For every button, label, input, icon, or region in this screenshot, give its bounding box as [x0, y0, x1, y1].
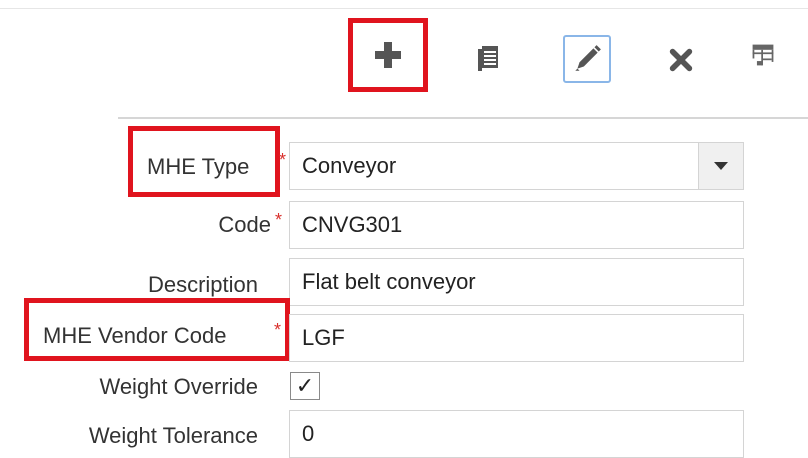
- add-button[interactable]: [348, 18, 428, 92]
- toolbar-separator: [118, 117, 808, 119]
- mhe-type-dropdown-button[interactable]: [698, 143, 743, 189]
- weight-tolerance-label: Weight Tolerance: [88, 423, 258, 448]
- mhe-type-value: Conveyor: [302, 153, 397, 178]
- mhe-type-label: MHE Type: [147, 154, 250, 179]
- mhe-vendor-code-field[interactable]: LGF: [289, 314, 744, 362]
- check-icon: ✓: [295, 373, 315, 398]
- mhe-vendor-code-label: MHE Vendor Code: [43, 323, 227, 348]
- code-field[interactable]: CNVG301: [289, 201, 744, 249]
- details-button[interactable]: [470, 40, 506, 76]
- weight-override-checkbox[interactable]: ✓: [290, 372, 320, 400]
- code-label: Code: [218, 212, 271, 237]
- close-icon: [669, 48, 693, 72]
- grid-icon: [752, 44, 774, 66]
- required-marker: *: [275, 210, 283, 230]
- required-marker: *: [279, 150, 287, 170]
- edit-button[interactable]: [563, 35, 611, 83]
- grid-button[interactable]: [746, 38, 780, 72]
- delete-button[interactable]: [661, 40, 701, 80]
- top-divider: [0, 8, 808, 9]
- toolbar: [0, 0, 808, 118]
- required-marker: *: [274, 320, 282, 340]
- description-field[interactable]: Flat belt conveyor: [289, 258, 744, 306]
- description-label: Description: [147, 272, 258, 297]
- weight-override-label: Weight Override: [99, 374, 258, 399]
- mhe-type-select[interactable]: Conveyor: [289, 142, 744, 190]
- weight-tolerance-field[interactable]: 0: [289, 410, 744, 458]
- plus-icon: [375, 42, 401, 68]
- pencil-icon: [575, 45, 601, 71]
- details-icon: [478, 46, 498, 71]
- chevron-down-icon: [714, 162, 728, 170]
